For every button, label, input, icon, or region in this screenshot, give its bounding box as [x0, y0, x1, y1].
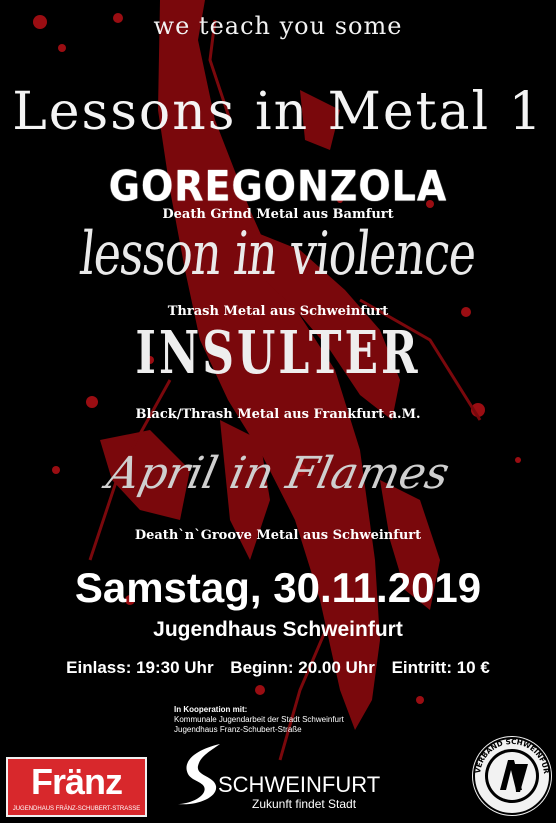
schweinfurt-logo-name: SCHWEINFURT — [218, 772, 381, 797]
tagline: we teach you some — [153, 12, 403, 40]
cooperation-block: In Kooperation mit: Kommunale Jugendarbe… — [174, 705, 344, 735]
rockverband-seal-icon: ROCKVERBAND SCHWEINFURT e.V. — [470, 734, 552, 816]
beginn-time: Beginn: 20.00 Uhr — [230, 658, 375, 677]
event-venue: Jugendhaus Schweinfurt — [153, 618, 403, 641]
band-genre-april-in-flames: Death`n`Groove Metal aus Schweinfurt — [134, 528, 422, 543]
band-logo-april-in-flames: April in Flames — [102, 448, 454, 499]
band-logo-insulter: INSULTER — [135, 319, 421, 388]
event-info-row: Einlass: 19:30 Uhr Beginn: 20.00 Uhr Ein… — [0, 658, 556, 678]
poster: we teach you some Lessons in Metal 1 GOR… — [0, 0, 556, 823]
cooperation-heading: In Kooperation mit: — [174, 705, 248, 714]
event-date: Samstag, 30.11.2019 — [74, 564, 482, 611]
cooperation-line-1: Kommunale Jugendarbeit der Stadt Schwein… — [174, 715, 344, 724]
event-title: Lessons in Metal 1 — [12, 82, 544, 142]
schweinfurt-logo-tagline: Zukunft findet Stadt — [252, 797, 357, 811]
franz-logo: Fränz JUGENDHAUS FRÄNZ-SCHUBERT-STRASSE — [6, 757, 147, 817]
band-genre-lesson-in-violence: Thrash Metal aus Schweinfurt — [167, 304, 389, 319]
franz-logo-subtitle: JUGENDHAUS FRÄNZ-SCHUBERT-STRASSE — [12, 806, 141, 812]
cooperation-line-2: Jugendhaus Franz-Schubert-Straße — [174, 725, 302, 734]
eintritt-price: Eintritt: 10 € — [391, 658, 490, 677]
band-logo-goregonzola: GOREGONZOLA — [108, 161, 448, 211]
band-genre-insulter: Black/Thrash Metal aus Frankfurt a.M. — [135, 407, 421, 422]
band-logo-lesson-in-violence: lesson in violence — [76, 217, 480, 289]
franz-logo-word: Fränz — [30, 761, 123, 802]
einlass-time: Einlass: 19:30 Uhr — [66, 658, 214, 677]
